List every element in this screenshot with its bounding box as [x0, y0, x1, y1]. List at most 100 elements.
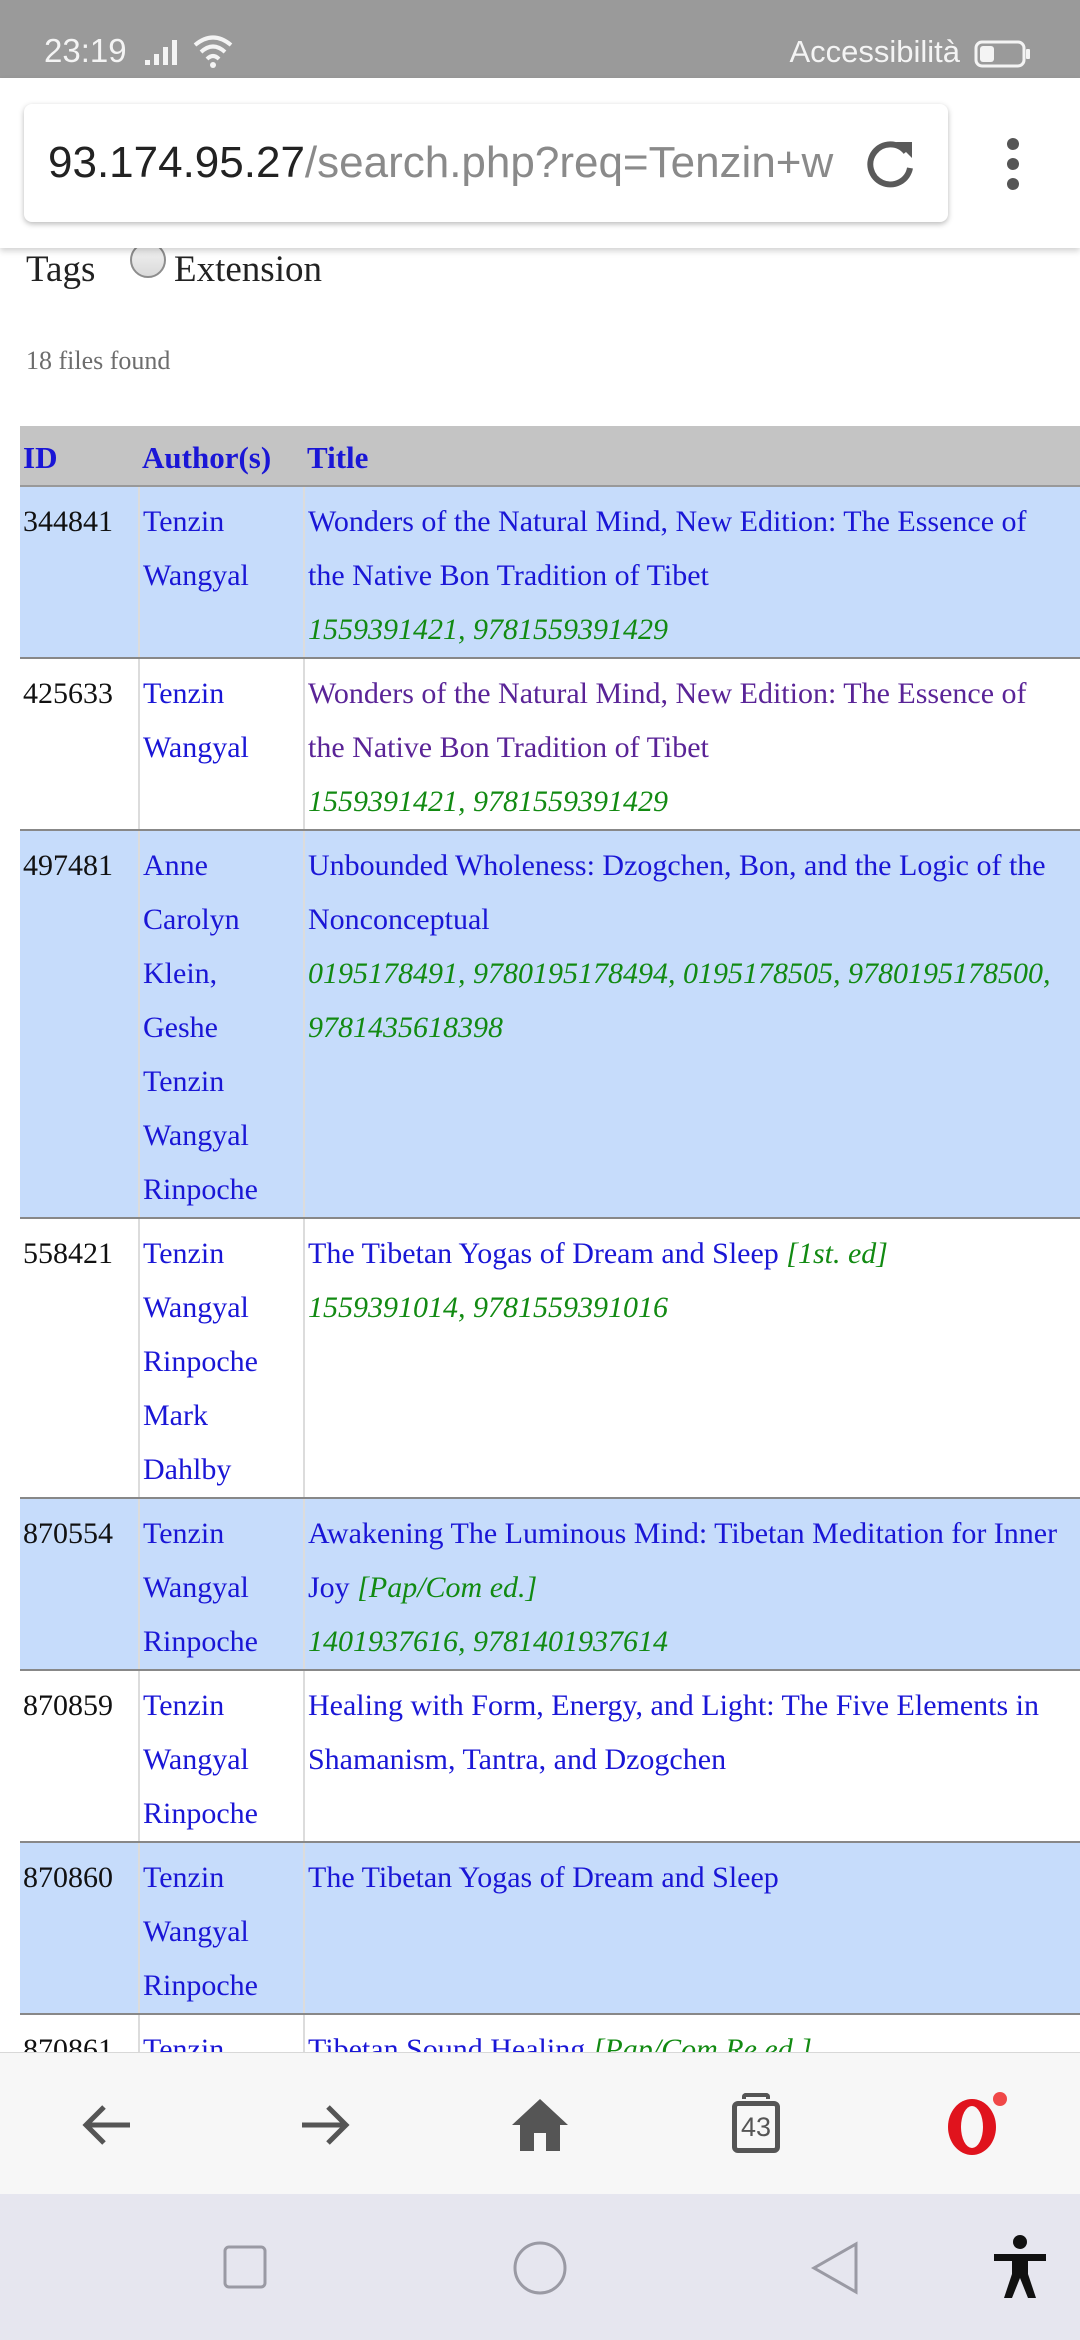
author-name[interactable]: Tenzin [143, 1679, 300, 1733]
author-name[interactable]: Geshe [143, 1001, 300, 1055]
extension-radio[interactable] [130, 248, 166, 278]
author-name[interactable]: Tenzin [143, 1507, 300, 1561]
cell-title: Tibetan Sound Healing [Pap/Com Re ed.] [304, 2014, 1080, 2052]
title-link[interactable]: Joy [308, 1571, 350, 1604]
tabs-icon[interactable]: 43 [732, 2101, 780, 2153]
table-header-row: ID Author(s) Title [20, 426, 1080, 487]
title-link[interactable]: Healing with Form, Energy, and Light: Th… [308, 1689, 1039, 1722]
title-link[interactable]: Wonders of the Natural Mind, New Edition… [308, 505, 1027, 538]
title-link[interactable]: The Tibetan Yogas of Dream and Sleep [308, 1861, 779, 1894]
wifi-icon [193, 35, 233, 68]
author-name[interactable]: Rinpoche [143, 1959, 300, 2013]
isbn-line: 1401937616, 9781401937614 [308, 1625, 668, 1658]
cell-id: 870860 [20, 1842, 140, 2015]
cell-id: 870859 [20, 1670, 140, 1843]
cell-authors[interactable]: Tenzin Wangyal [139, 658, 305, 831]
title-link[interactable]: the Native Bon Tradition of Tibet [308, 559, 709, 592]
menu-icon[interactable] [1005, 136, 1021, 192]
table-row: 870859 Tenzin Wangyal Rinpoche Healing with … [20, 1670, 1080, 1843]
author-name[interactable]: Tenzin [143, 667, 300, 721]
isbn-line: 9781435618398 [308, 1011, 503, 1044]
author-name[interactable]: Mark [143, 1389, 300, 1443]
author-name[interactable]: Klein, [143, 947, 300, 1001]
title-link[interactable]: the Native Bon Tradition of Tibet [308, 731, 709, 764]
title-link[interactable]: Tibetan Sound Healing [308, 2033, 585, 2052]
cell-title: The Tibetan Yogas of Dream and Sleep [1s… [304, 1218, 1080, 1499]
cell-id: 497481 [20, 830, 140, 1219]
cell-id: 870861 [20, 2014, 140, 2052]
author-name[interactable]: Wangyal [143, 549, 300, 603]
table-row: 558421 Tenzin Wangyal Rinpoche Mark Dahlby The… [20, 1218, 1080, 1499]
back-icon[interactable] [76, 2093, 140, 2157]
edition-label: [Pap/Com ed.] [357, 1571, 538, 1604]
author-name[interactable]: Wangyal [143, 1109, 300, 1163]
cell-authors[interactable]: Tenzin Wangyal Rinpoche [139, 1498, 305, 1671]
browser-toolbar: 93.174.95.27/search.php?req=Tenzin+w [0, 78, 1080, 248]
author-name[interactable]: Dahlby [143, 1443, 300, 1497]
cell-id: 344841 [20, 486, 140, 659]
tags-label: Tags [26, 249, 96, 290]
title-line: Awakening The Luminous Mind: Tibetan Med… [308, 1507, 1080, 1561]
cell-authors[interactable]: Tenzin Wangyal Rinpoche [139, 1670, 305, 1843]
title-line: Wonders of the Natural Mind, New Edition… [308, 667, 1080, 721]
cell-title: Wonders of the Natural Mind, New Edition… [304, 486, 1080, 659]
author-name[interactable]: Rinpoche [143, 1335, 300, 1389]
table-row: 870554 Tenzin Wangyal Rinpoche Awakening The… [20, 1498, 1080, 1671]
url-path: /search.php?req=Tenzin+w [304, 138, 834, 187]
isbn-line: 1559391014, 9781559391016 [308, 1291, 668, 1324]
header-authors[interactable]: Author(s) [139, 426, 304, 487]
title-link[interactable]: Shamanism, Tantra, and Dzogchen [308, 1743, 726, 1776]
author-name[interactable]: Tenzin [143, 495, 300, 549]
author-name[interactable]: Tenzin [143, 1227, 300, 1281]
back-triangle-icon[interactable] [810, 2240, 860, 2296]
title-line: Tibetan Sound Healing [Pap/Com Re ed.] [308, 2023, 1080, 2052]
cell-authors[interactable]: Tenzin Wangyal Rinpoche Mark Dahlby [139, 1218, 305, 1499]
table-row: 344841 Tenzin Wangyal Wonders of the Natura… [20, 486, 1080, 659]
opera-menu-icon[interactable] [940, 2089, 1010, 2159]
header-id[interactable]: ID [20, 426, 139, 487]
title-line: Nonconceptual [308, 893, 1080, 947]
cell-authors[interactable]: Tenzin [139, 2014, 305, 2052]
bottom-toolbar: 43 [0, 2052, 1080, 2194]
accessibility-label: Accessibilità [789, 34, 960, 69]
title-link[interactable]: Nonconceptual [308, 903, 490, 936]
header-title[interactable]: Title [304, 426, 1080, 487]
title-link[interactable]: The Tibetan Yogas of Dream and Sleep [308, 1237, 779, 1270]
author-name[interactable]: Anne [143, 839, 300, 893]
author-name[interactable]: Wangyal [143, 1733, 300, 1787]
extension-label[interactable]: Extension [174, 248, 322, 291]
forward-icon[interactable] [292, 2093, 356, 2157]
recents-icon[interactable] [222, 2244, 268, 2290]
author-name[interactable]: Carolyn [143, 893, 300, 947]
title-link[interactable]: Awakening The Luminous Mind: Tibetan Med… [308, 1517, 1057, 1550]
author-name[interactable]: Wangyal [143, 721, 300, 775]
title-line: Healing with Form, Energy, and Light: Th… [308, 1679, 1080, 1733]
title-link[interactable]: Unbounded Wholeness: Dzogchen, Bon, and … [308, 849, 1046, 882]
author-name[interactable]: Tenzin [143, 1055, 300, 1109]
author-name[interactable]: Rinpoche [143, 1163, 300, 1217]
cell-authors[interactable]: Tenzin Wangyal [139, 486, 305, 659]
cell-authors[interactable]: Anne Carolyn Klein, Geshe Tenzin Wangyal Rinpo… [139, 830, 305, 1219]
accessibility-icon[interactable] [990, 2234, 1050, 2300]
cell-title: Healing with Form, Energy, and Light: Th… [304, 1670, 1080, 1843]
reload-icon[interactable] [862, 136, 918, 192]
results-table: ID Author(s) Title 344841 Tenzin Wangyal Wo… [20, 426, 1080, 2052]
cell-authors[interactable]: Tenzin Wangyal Rinpoche [139, 1842, 305, 2015]
home-circle-icon[interactable] [512, 2240, 568, 2296]
results-count: 18 files found [26, 346, 171, 375]
author-name[interactable]: Wangyal [143, 1281, 300, 1335]
author-name[interactable]: Rinpoche [143, 1615, 300, 1669]
author-name[interactable]: Rinpoche [143, 1787, 300, 1841]
author-name[interactable]: Wangyal [143, 1905, 300, 1959]
author-name[interactable]: Tenzin [143, 1851, 300, 1905]
system-nav-bar [0, 2194, 1080, 2340]
home-icon[interactable] [508, 2093, 572, 2157]
url-host: 93.174.95.27 [48, 138, 305, 187]
title-link[interactable]: Wonders of the Natural Mind, New Edition… [308, 677, 1027, 710]
address-bar[interactable]: 93.174.95.27/search.php?req=Tenzin+w [24, 104, 948, 222]
url-text[interactable]: 93.174.95.27/search.php?req=Tenzin+w [48, 138, 848, 188]
table-row: 497481 Anne Carolyn Klein, Geshe Tenzin Wangya… [20, 830, 1080, 1219]
edition-label: [1st. ed] [786, 1237, 888, 1270]
author-name[interactable]: Wangyal [143, 1561, 300, 1615]
author-name[interactable]: Tenzin [143, 2023, 300, 2052]
